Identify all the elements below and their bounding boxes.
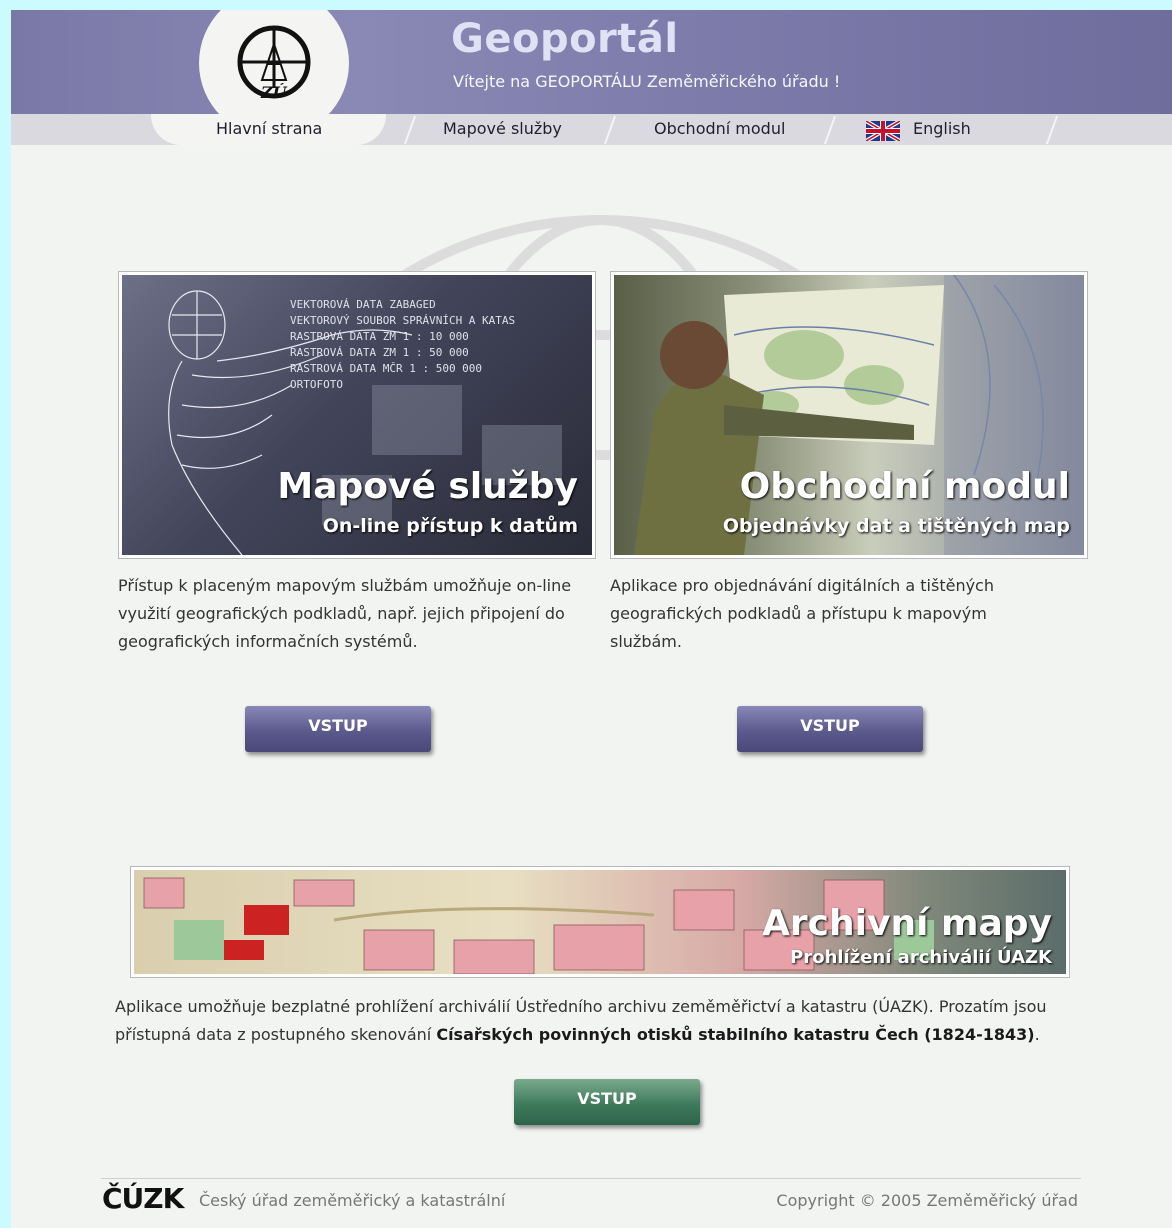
nav-separator [603, 116, 617, 144]
data-list-line: VEKTOROVÝ SOUBOR SPRÁVNÍCH A KATAS [290, 314, 516, 327]
footer-divider [101, 1178, 1081, 1179]
archive-maps-image[interactable]: Archivní mapy Prohlížení archiválií ÚAZK [134, 870, 1066, 974]
data-list-line: RASTROVÁ DATA ZM 1 : 10 000 [290, 330, 469, 343]
svg-text:ZÚ: ZÚ [260, 82, 288, 102]
card-archive-maps[interactable]: Archivní mapy Prohlížení archiválií ÚAZK [130, 866, 1070, 978]
welcome-text: Vítejte na GEOPORTÁLU Zeměměřického úřad… [453, 72, 841, 91]
nav-home[interactable]: Hlavní strana [216, 119, 322, 138]
archive-description-bold: Císařských povinných otisků stabilního k… [436, 1025, 1035, 1044]
nav-separator [1045, 116, 1059, 144]
nav-map-services[interactable]: Mapové služby [443, 119, 562, 138]
site-title: Geoportál [451, 16, 679, 62]
footer-org-name: Český úřad zeměměřický a katastrální [199, 1191, 506, 1210]
archive-maps-enter-button[interactable]: VSTUP [514, 1079, 700, 1125]
nav-business-module[interactable]: Obchodní modul [654, 119, 785, 138]
map-services-title: Mapové služby [277, 466, 578, 507]
map-services-image[interactable]: VEKTOROVÁ DATA ZABAGED VEKTOROVÝ SOUBOR … [122, 275, 592, 555]
archive-description-end: . [1034, 1025, 1040, 1044]
archive-maps-title: Archivní mapy [762, 903, 1052, 944]
nav-english[interactable]: English [913, 119, 971, 138]
data-list-line: VEKTOROVÁ DATA ZABAGED [290, 298, 436, 311]
map-services-enter-button[interactable]: VSTUP [245, 706, 431, 752]
map-reader-illustration-icon [634, 275, 1084, 555]
card-business-module[interactable]: Obchodní modul Objednávky dat a tištěnýc… [610, 271, 1088, 559]
uk-flag-icon[interactable] [866, 121, 900, 141]
data-list-line: ORTOFOTO [290, 378, 343, 391]
archive-maps-subtitle: Prohlížení archiválií ÚAZK [790, 947, 1052, 968]
archive-maps-description: Aplikace umožňuje bezplatné prohlížení a… [115, 993, 1115, 1049]
business-module-image[interactable]: Obchodní modul Objednávky dat a tištěnýc… [614, 275, 1084, 555]
map-services-subtitle: On-line přístup k datům [322, 515, 578, 537]
cuzk-logo[interactable]: ČÚZK [102, 1182, 184, 1215]
business-module-description: Aplikace pro objednávání digitálních a t… [610, 576, 994, 651]
business-module-title: Obchodní modul [739, 466, 1070, 507]
business-module-subtitle: Objednávky dat a tištěných map [722, 515, 1070, 537]
map-services-data-list: VEKTOROVÁ DATA ZABAGED VEKTOROVÝ SOUBOR … [290, 297, 515, 393]
data-list-line: RASTROVÁ DATA ZM 1 : 50 000 [290, 346, 469, 359]
footer-copyright: Copyright © 2005 Zeměměřický úřad [776, 1191, 1078, 1210]
data-list-line: RASTROVÁ DATA MČR 1 : 500 000 [290, 362, 483, 375]
business-module-enter-button[interactable]: VSTUP [737, 706, 923, 752]
card-map-services[interactable]: VEKTOROVÁ DATA ZABAGED VEKTOROVÝ SOUBOR … [118, 271, 596, 559]
nav-separator [823, 116, 837, 144]
nav-separator [403, 116, 417, 144]
map-services-description: Přístup k placeným mapovým službám umožň… [118, 576, 572, 651]
page: ZÚ Geoportál Vítejte na GEOPORTÁLU Zeměm… [11, 10, 1172, 1228]
zu-logo-icon[interactable]: ZÚ [234, 22, 314, 102]
